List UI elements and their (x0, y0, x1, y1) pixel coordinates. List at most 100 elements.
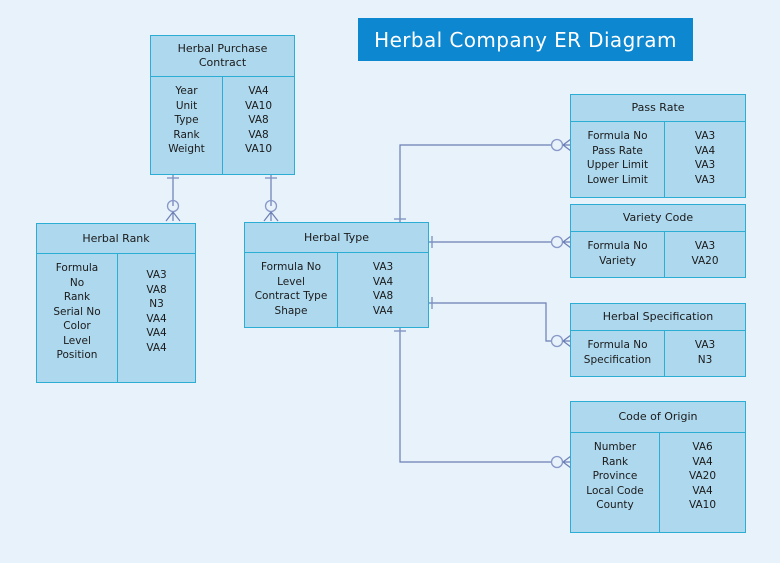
field-name: Year (175, 85, 198, 97)
relationship-contract-type (263, 175, 279, 222)
field-type-column: VA3 VA4 VA8 VA4 (338, 253, 428, 328)
field-type: VA4 (146, 341, 167, 354)
field-type: VA3 (694, 240, 716, 252)
field-type: VA20 (688, 470, 717, 482)
field-name: Formula No (587, 240, 648, 252)
entity-code-of-origin[interactable]: Code of Origin Number Rank Province Loca… (570, 401, 746, 533)
diagram-title-banner: Herbal Company ER Diagram (358, 18, 693, 61)
field-type: VA4 (372, 304, 394, 317)
field-type: VA10 (688, 499, 717, 511)
entity-header: Herbal Type (245, 223, 428, 253)
field-type: VA3 (694, 173, 716, 186)
field-name: Upper Limit (586, 159, 649, 171)
field-name: Shape (274, 304, 308, 317)
field-type: VA3 (146, 269, 167, 281)
entity-variety-code[interactable]: Variety Code Formula No Variety VA3 VA20 (570, 204, 746, 278)
field-type: VA6 (692, 441, 713, 453)
field-name: Lower Limit (587, 173, 648, 186)
field-name-column: Number Rank Province Local Code County (571, 433, 660, 533)
field-type: VA4 (372, 275, 394, 288)
field-name: Rank (173, 128, 200, 141)
entity-herbal-rank[interactable]: Herbal Rank Formula No Rank Serial No Co… (36, 223, 196, 383)
relationship-type-origin (394, 328, 572, 469)
entity-header: Code of Origin (571, 402, 745, 433)
field-type: VA8 (146, 283, 167, 296)
field-type: VA8 (372, 290, 394, 302)
field-name: Level (63, 334, 91, 347)
field-name: Pass Rate (592, 144, 643, 157)
entity-body: Formula No Pass Rate Upper Limit Lower L… (571, 122, 745, 198)
field-name-column: Formula No Variety (571, 232, 665, 278)
relationship-contract-rank (165, 175, 181, 222)
field-name-column: Year Unit Type Rank Weight (151, 77, 223, 175)
entity-title: Herbal Purchase Contract (177, 42, 268, 69)
entity-herbal-type[interactable]: Herbal Type Formula No Level Contract Ty… (244, 222, 429, 328)
field-name: Unit (175, 99, 198, 112)
entity-herbal-specification[interactable]: Herbal Specification Formula No Specific… (570, 303, 746, 377)
field-type: VA10 (244, 99, 273, 112)
field-name: Contract Type (254, 290, 328, 302)
entity-body: Formula No Rank Serial No Color Level Po… (37, 254, 195, 383)
entity-herbal-purchase-contract[interactable]: Herbal Purchase Contract Year Unit Type … (150, 35, 295, 175)
field-type: VA4 (248, 85, 269, 97)
field-type: VA10 (244, 143, 273, 155)
entity-body: Formula No Level Contract Type Shape VA3… (245, 253, 428, 328)
entity-pass-rate[interactable]: Pass Rate Formula No Pass Rate Upper Lim… (570, 94, 746, 198)
field-type: VA4 (694, 144, 716, 157)
field-type: N3 (149, 298, 164, 310)
field-name: Position (56, 349, 98, 361)
field-type-column: VA3 VA4 VA3 VA3 (665, 122, 745, 198)
entity-header: Herbal Purchase Contract (151, 36, 294, 77)
field-type-column: VA3 N3 (665, 331, 745, 377)
field-type: VA3 (694, 159, 716, 171)
field-type-column: VA3 VA8 N3 VA4 VA4 VA4 (118, 254, 195, 383)
field-name: Type (174, 114, 199, 126)
entity-body: Year Unit Type Rank Weight VA4 VA10 VA8 … (151, 77, 294, 175)
field-name: Local Code (586, 484, 644, 497)
entity-title: Herbal Type (303, 230, 370, 244)
field-name: Variety (599, 254, 636, 267)
diagram-title-text: Herbal Company ER Diagram (374, 27, 677, 52)
field-name: Specification (583, 353, 652, 366)
entity-title: Herbal Specification (602, 310, 714, 323)
entity-title: Variety Code (622, 211, 694, 224)
entity-body: Formula No Specification VA3 N3 (571, 331, 745, 377)
field-name: Number (593, 441, 637, 453)
entity-title: Code of Origin (618, 410, 698, 423)
field-name: Formula No (55, 262, 99, 289)
field-type: N3 (697, 353, 713, 366)
entity-header: Variety Code (571, 205, 745, 232)
field-name-column: Formula No Pass Rate Upper Limit Lower L… (571, 122, 665, 198)
entity-title: Herbal Rank (82, 231, 150, 245)
field-name-column: Formula No Level Contract Type Shape (245, 253, 338, 328)
field-name: Level (277, 275, 305, 288)
relationship-type-variety (429, 235, 572, 249)
field-type: VA4 (692, 455, 713, 468)
field-name: Color (63, 320, 91, 332)
entity-header: Herbal Rank (37, 224, 195, 254)
field-type: VA20 (691, 254, 719, 267)
field-type: VA4 (692, 484, 713, 497)
relationship-type-passrate (394, 138, 572, 222)
field-type: VA3 (372, 261, 394, 273)
field-type: VA4 (146, 312, 167, 325)
field-type: VA4 (146, 327, 167, 339)
field-name: Serial No (53, 305, 101, 318)
field-name: Weight (168, 143, 205, 155)
field-name: Formula No (587, 339, 648, 351)
entity-body: Formula No Variety VA3 VA20 (571, 232, 745, 278)
entity-header: Pass Rate (571, 95, 745, 122)
field-name-column: Formula No Rank Serial No Color Level Po… (37, 254, 118, 383)
entity-header: Herbal Specification (571, 304, 745, 331)
field-type: VA8 (248, 128, 269, 141)
field-name: County (596, 499, 634, 511)
field-name: Rank (63, 291, 91, 303)
field-type-column: VA4 VA10 VA8 VA8 VA10 (223, 77, 294, 175)
field-name: Formula No (260, 261, 322, 273)
relationship-type-specification (429, 297, 572, 348)
field-type: VA3 (694, 130, 716, 142)
field-name: Province (592, 470, 638, 482)
field-name: Formula No (587, 130, 648, 142)
field-name: Rank (601, 455, 629, 468)
entity-title: Pass Rate (631, 101, 685, 114)
